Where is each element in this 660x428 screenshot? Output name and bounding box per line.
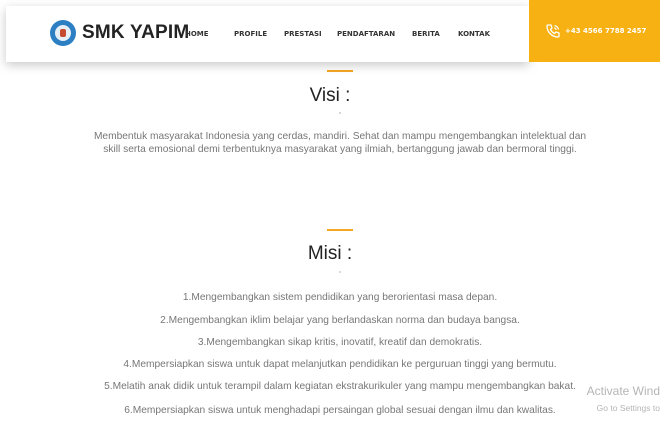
brand[interactable]: SMK YAPIM	[50, 20, 189, 46]
visi-line-1: Membentuk masyarakat Indonesia yang cerd…	[93, 131, 587, 142]
phone-number: +43 4566 7788 2457	[565, 27, 647, 35]
misi-accent-line	[327, 229, 353, 231]
nav-item-prestasi[interactable]: PRESTASI	[284, 30, 337, 38]
misi-item-1: 1.Mengembangkan sistem pendidikan yang b…	[182, 292, 498, 303]
misi-item-5: 5.Melatih anak didik untuk terampil dala…	[104, 381, 576, 392]
phone-icon	[545, 23, 561, 39]
nav-item-profile[interactable]: PROFILE	[234, 30, 284, 38]
visi-accent-line	[327, 70, 353, 72]
misi-item-4: 4.Mempersiapkan siswa untuk dapat melanj…	[123, 359, 557, 370]
activation-watermark-title: Activate Wind	[586, 384, 660, 398]
misi-title: Misi :	[307, 243, 353, 264]
misi-item-2: 2.Mengembangkan iklim belajar yang berla…	[160, 315, 520, 326]
activation-watermark-subtitle: Go to Settings to	[596, 403, 660, 413]
nav-item-pendaftaran[interactable]: PENDAFTARAN	[337, 30, 412, 38]
misi-item-6: 6.Mempersiapkan siswa untuk menghadapi p…	[124, 405, 556, 416]
visi-text: Membentuk masyarakat Indonesia yang cerd…	[40, 130, 640, 156]
nav-item-berita[interactable]: BERITA	[412, 30, 458, 38]
main-menu: HOME PROFILE PRESTASI PENDAFTARAN BERITA…	[185, 30, 498, 38]
visi-divider-dot	[339, 112, 341, 114]
navbar: SMK YAPIM HOME PROFILE PRESTASI PENDAFTA…	[6, 6, 529, 62]
misi-divider-dot	[339, 271, 341, 273]
brand-name: SMK YAPIM	[82, 22, 190, 43]
phone-contact[interactable]: +43 4566 7788 2457	[529, 0, 660, 62]
school-logo-icon	[50, 20, 76, 46]
nav-item-kontak[interactable]: KONTAK	[458, 30, 498, 38]
visi-line-2: skill serta emosional demi terbentuknya …	[103, 144, 577, 155]
nav-item-home[interactable]: HOME	[185, 30, 234, 38]
visi-title: Visi :	[309, 85, 351, 106]
misi-item-3: 3.Mengembangkan sikap kritis, inovatif, …	[197, 337, 483, 348]
